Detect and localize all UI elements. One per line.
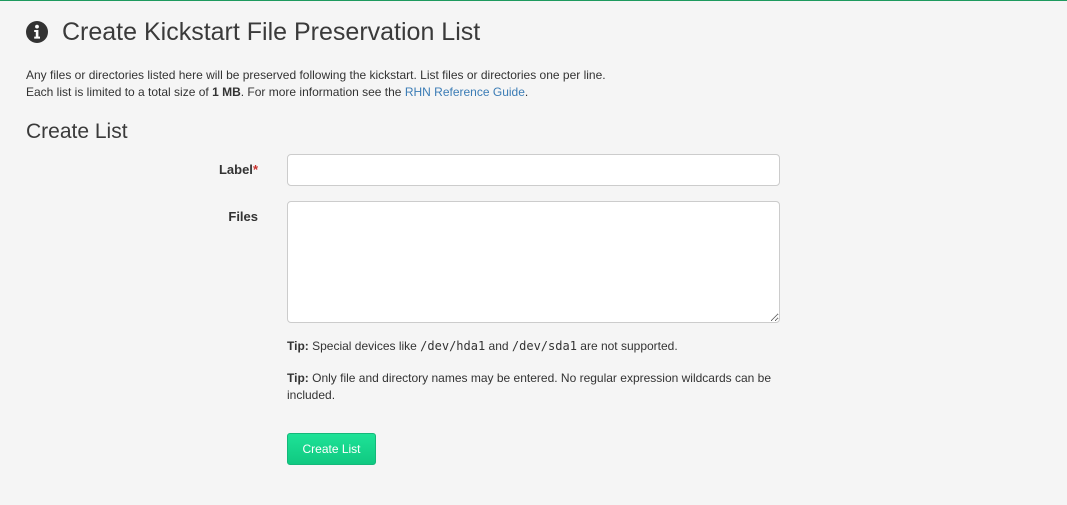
tip1-text-b: and: [485, 339, 512, 353]
required-mark: *: [252, 162, 258, 177]
create-list-button[interactable]: Create List: [287, 433, 376, 465]
info-circle-icon: [26, 21, 48, 43]
tip1-text-c: are not supported.: [576, 339, 678, 353]
device-code-hda1: /dev/hda1: [420, 339, 486, 353]
tip1-text-a: Special devices like: [308, 339, 421, 353]
tip-no-wildcards: Tip: Only file and directory names may b…: [287, 370, 777, 404]
size-limit: 1 MB: [212, 85, 241, 99]
label-field-label-text: Label: [218, 162, 253, 177]
reference-guide-link[interactable]: RHN Reference Guide: [405, 85, 525, 99]
tip2-text: Only file and directory names may be ent…: [287, 371, 772, 402]
page-header: Create Kickstart File Preservation List: [26, 17, 480, 47]
intro-line-2-suffix: .: [524, 85, 529, 99]
tip-prefix: Tip:: [287, 339, 309, 353]
section-title: Create List: [26, 120, 128, 143]
device-code-sda1: /dev/sda1: [511, 339, 577, 353]
intro-line-2-prefix: Each list is limited to a total size of: [26, 85, 213, 99]
page-title: Create Kickstart File Preservation List: [62, 18, 481, 46]
intro-line-1: Any files or directories listed here wil…: [26, 68, 606, 82]
tip-special-devices: Tip: Special devices like /dev/hda1 and …: [287, 338, 780, 355]
tip-prefix: Tip:: [287, 371, 309, 385]
intro-text: Any files or directories listed here wil…: [26, 67, 606, 101]
files-field-label: Files: [228, 209, 258, 224]
label-input[interactable]: [287, 154, 780, 186]
label-field-label: Label*: [138, 162, 258, 177]
intro-line-2-middle: . For more information see the: [240, 85, 405, 99]
files-textarea[interactable]: [287, 201, 780, 323]
